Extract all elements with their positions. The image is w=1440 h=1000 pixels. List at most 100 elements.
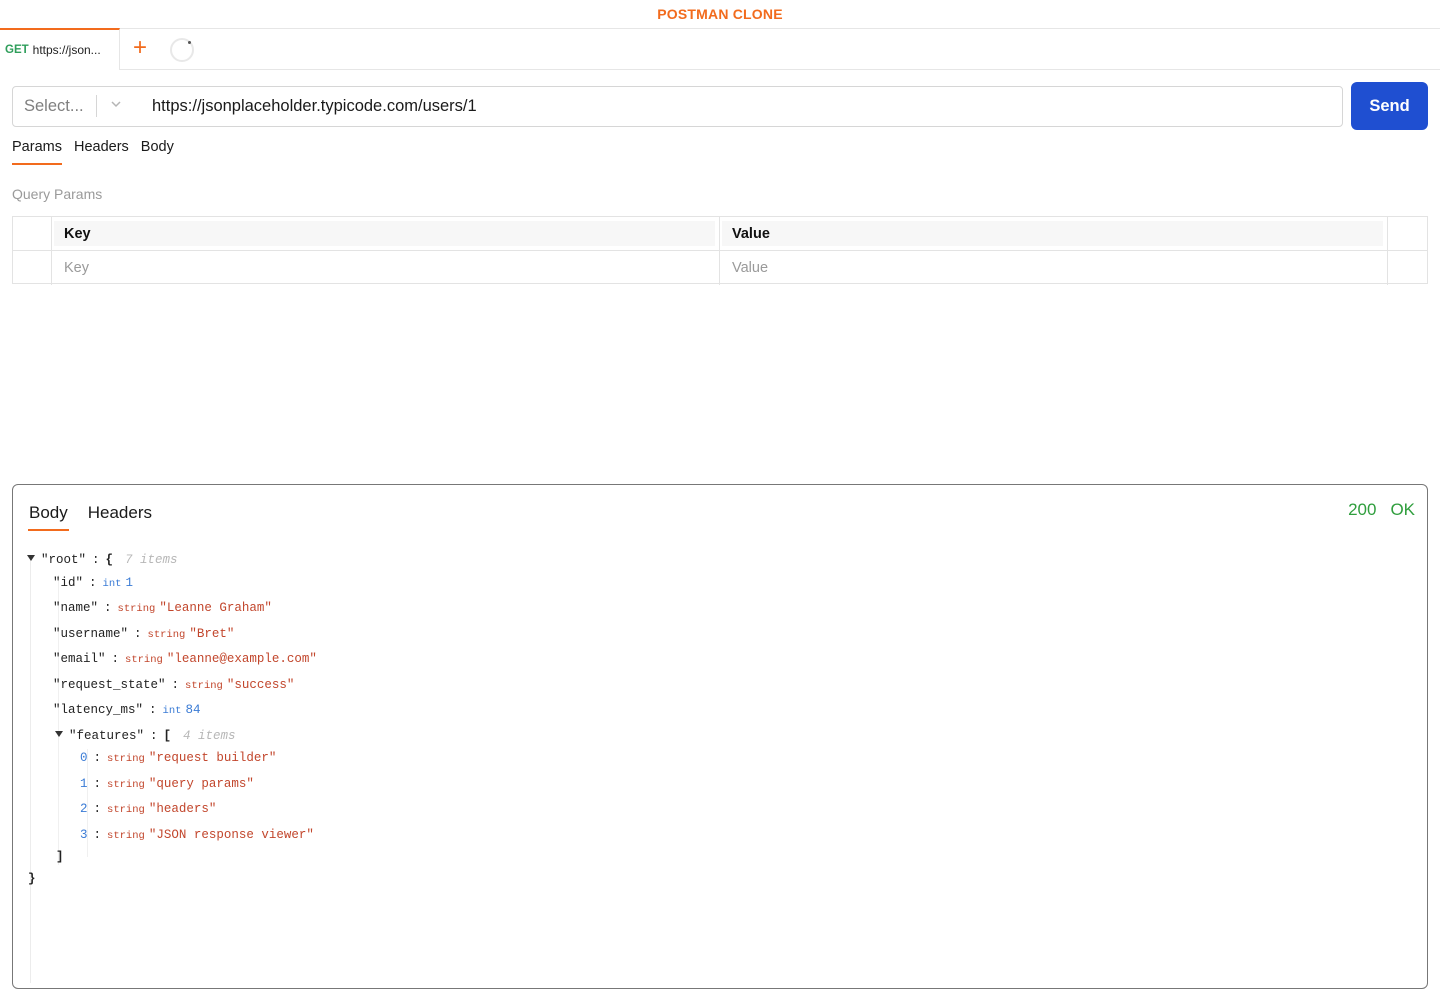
response-tabs: Body Headers — [28, 503, 172, 531]
tab-headers[interactable]: Headers — [74, 139, 129, 165]
query-params-table: Key Value — [12, 216, 1428, 285]
url-input[interactable] — [152, 87, 1332, 126]
table-row — [13, 251, 1427, 285]
value-cell — [720, 251, 1388, 285]
json-colon: : — [149, 703, 157, 717]
json-close-bracket-line: ] — [56, 848, 64, 866]
json-key: "features" — [69, 729, 145, 743]
column-header-key: Key — [54, 221, 715, 246]
json-type: int — [102, 578, 122, 590]
json-colon: : — [111, 652, 120, 666]
json-key: "latency_ms" — [53, 703, 144, 717]
spinner-icon — [170, 38, 194, 62]
json-index: 2 — [80, 802, 88, 816]
response-tab-body[interactable]: Body — [28, 503, 69, 531]
json-type: string — [107, 753, 145, 765]
json-open-brace: { — [105, 553, 114, 567]
url-box: Select... — [12, 86, 1343, 127]
status-text: OK — [1390, 500, 1415, 519]
chevron-down-icon — [111, 101, 121, 108]
json-key: "email" — [53, 652, 106, 666]
json-value: "Bret" — [189, 627, 235, 641]
tab-params[interactable]: Params — [12, 139, 62, 165]
request-tab-bar: GET https://json... + — [0, 28, 1440, 70]
tab-body[interactable]: Body — [141, 139, 174, 165]
request-tab-method: GET — [5, 44, 29, 56]
row-checkbox-cell[interactable] — [13, 251, 52, 285]
json-colon: : — [93, 802, 102, 816]
json-type: string — [117, 603, 156, 615]
json-key: "request_state" — [53, 678, 166, 692]
app-title: POSTMAN CLONE — [657, 6, 783, 22]
json-type: int — [162, 705, 182, 717]
response-panel: Body Headers 200 OK "root": {7 items "id":… — [12, 484, 1428, 989]
method-select-placeholder: Select... — [24, 97, 84, 115]
json-key: "id" — [53, 576, 84, 590]
json-array-item: 1: string "query params" — [80, 775, 254, 793]
json-colon: : — [171, 678, 180, 692]
send-button[interactable]: Send — [1351, 82, 1428, 130]
json-close-bracket: ] — [56, 850, 64, 864]
json-field-line: "request_state": string "success" — [53, 676, 294, 694]
table-header-row: Key Value — [13, 217, 1427, 251]
param-key-input[interactable] — [64, 258, 704, 278]
collapse-triangle-icon[interactable] — [55, 731, 63, 737]
column-header-value: Value — [722, 221, 1383, 246]
response-tab-headers[interactable]: Headers — [88, 503, 152, 531]
json-close-brace: } — [28, 872, 36, 886]
json-type: string — [107, 830, 145, 842]
json-colon: : — [89, 576, 97, 590]
json-key: "root" — [41, 553, 87, 567]
json-colon: : — [93, 777, 102, 791]
json-value: "success" — [226, 678, 295, 692]
header-key-cell: Key — [52, 217, 720, 250]
query-params-label: Query Params — [12, 186, 103, 202]
response-status: 200 OK — [1348, 500, 1415, 520]
indent-guide — [58, 575, 59, 865]
header-actions-cell — [1388, 217, 1427, 250]
json-root-line: "root": {7 items — [27, 551, 178, 569]
json-value: "headers" — [148, 802, 217, 816]
param-value-input[interactable] — [732, 258, 1372, 278]
header-value-cell: Value — [720, 217, 1388, 250]
json-key: "username" — [53, 627, 129, 641]
json-colon: : — [92, 553, 100, 567]
json-key: "name" — [53, 601, 99, 615]
json-field-line: "name": string "Leanne Graham" — [53, 599, 272, 617]
row-actions-cell[interactable] — [1388, 251, 1427, 285]
json-index: 3 — [80, 828, 88, 842]
key-cell — [52, 251, 720, 285]
json-item-count: 4 items — [183, 729, 236, 743]
json-array-line: "features": [4 items — [55, 727, 236, 745]
json-colon: : — [134, 627, 142, 641]
json-field-line: "username": string "Bret" — [53, 625, 234, 643]
json-array-item: 3: string "JSON response viewer" — [80, 826, 314, 844]
method-select[interactable]: Select... — [13, 87, 134, 126]
json-type: string — [185, 680, 223, 692]
json-gutter — [30, 555, 31, 983]
json-colon: : — [104, 601, 112, 615]
json-colon: : — [93, 751, 102, 765]
json-value: 84 — [185, 703, 201, 717]
status-code: 200 — [1348, 500, 1377, 519]
json-item-count: 7 items — [125, 553, 178, 567]
json-value: "request builder" — [148, 751, 277, 765]
method-select-divider — [96, 95, 97, 117]
json-open-bracket: [ — [163, 729, 172, 743]
header-checkbox-cell — [13, 217, 52, 250]
request-tab[interactable]: GET https://json... — [0, 28, 120, 70]
json-colon: : — [150, 729, 158, 743]
json-field-line: "latency_ms": int 84 — [53, 701, 200, 719]
request-tab-label: https://json... — [32, 43, 101, 57]
json-value: "leanne@example.com" — [166, 652, 317, 666]
json-array-item: 0: string "request builder" — [80, 749, 276, 767]
collapse-triangle-icon[interactable] — [27, 555, 35, 561]
json-type: string — [125, 654, 163, 666]
plus-icon[interactable]: + — [129, 36, 151, 61]
request-tabs: Params Headers Body — [12, 139, 186, 165]
json-type: string — [147, 629, 186, 641]
json-type: string — [107, 779, 145, 791]
url-bar: Select... Send — [12, 82, 1428, 130]
json-close-brace-line: } — [28, 870, 36, 888]
json-field-line: "id": int 1 — [53, 574, 133, 592]
